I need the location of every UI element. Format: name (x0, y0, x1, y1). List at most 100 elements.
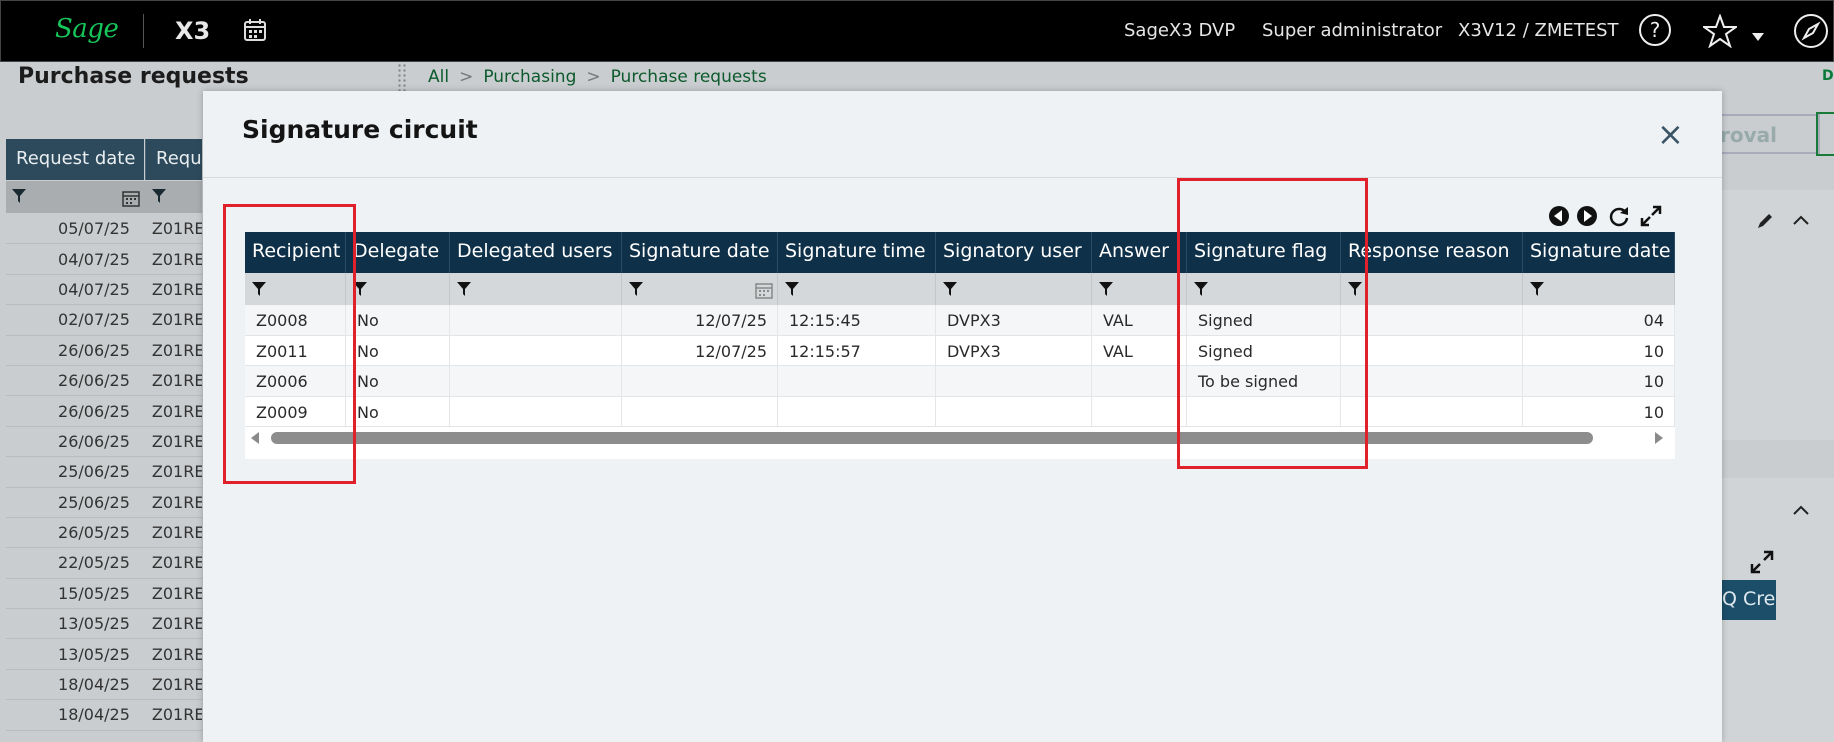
filter-icon[interactable] (629, 282, 643, 296)
filter-icon[interactable] (152, 189, 166, 203)
breadcrumb-purchase-requests[interactable]: Purchase requests (611, 67, 767, 87)
horizontal-scrollbar[interactable] (245, 427, 1675, 449)
chevron-up-icon[interactable] (1792, 504, 1810, 516)
filter-icon[interactable] (1530, 282, 1544, 296)
bg-table-row[interactable]: 22/05/25 Z01RE (6, 548, 202, 579)
filter-icon[interactable] (12, 189, 26, 203)
column-header-signatory-user[interactable]: Signatory user (936, 232, 1092, 273)
cell-signature-date: 12/07/25 (622, 305, 778, 335)
bg-column-request-date[interactable]: Request date (6, 139, 144, 180)
column-header-signature-date-2[interactable]: Signature date (1523, 232, 1675, 273)
calendar-icon[interactable] (243, 18, 267, 42)
filter-cell-signature-date[interactable] (622, 273, 778, 305)
column-header-signature-date[interactable]: Signature date (622, 232, 778, 273)
favorites-star-icon[interactable] (1703, 14, 1737, 48)
signature-circuit-dialog: Signature circuit × Recipient Delegate Del… (203, 91, 1722, 742)
green-action-button[interactable] (1816, 112, 1834, 156)
breadcrumb-all[interactable]: All (428, 67, 449, 87)
column-header-signature-time[interactable]: Signature time (778, 232, 936, 273)
filter-icon[interactable] (943, 282, 957, 296)
user-menu[interactable]: Super administrator (1262, 20, 1442, 41)
column-header-delegate[interactable]: Delegate (346, 232, 450, 273)
column-header-answer[interactable]: Answer (1092, 232, 1187, 273)
bg-table-row[interactable]: 18/04/25 Z01RE (6, 700, 202, 731)
bg-table-row[interactable]: 25/06/25 Z01RE (6, 488, 202, 518)
cell-response-reason (1341, 305, 1523, 335)
dialog-divider (203, 177, 1722, 178)
grid-row[interactable]: Z0008 No 12/07/25 12:15:45 DVPX3 VAL Signed 04 (245, 305, 1675, 336)
filter-icon[interactable] (457, 282, 471, 296)
bg-cell-request-date: 02/07/25 (58, 310, 130, 330)
cell-response-reason (1341, 396, 1523, 427)
filter-cell-delegate[interactable] (346, 273, 450, 305)
logo-divider (143, 14, 144, 48)
scroll-right-arrow-icon[interactable] (1655, 432, 1663, 444)
next-page-icon[interactable] (1576, 205, 1598, 227)
compass-icon[interactable] (1793, 13, 1829, 49)
expand-icon[interactable] (1750, 550, 1774, 574)
endpoint-selector[interactable]: SageX3 DVP (1124, 20, 1235, 41)
filter-cell-signatory-user[interactable] (936, 273, 1092, 305)
bg-table-row[interactable]: 04/07/25 Z01RE (6, 244, 202, 275)
bg-table-row[interactable]: 26/06/25 Z01RE (6, 427, 202, 458)
filter-cell-signature-time[interactable] (778, 273, 936, 305)
bg-cell-request: Z01RE (151, 431, 202, 451)
bg-table-row[interactable]: 04/07/25 Z01RE (6, 275, 202, 306)
cell-signature-date-2: 10 (1523, 335, 1675, 366)
bg-table-row[interactable]: 26/06/25 Z01RE (6, 366, 202, 397)
panel-resize-grip[interactable] (397, 63, 407, 91)
chevron-down-icon[interactable] (1751, 32, 1765, 42)
bg-table-row[interactable]: 13/05/25 Z01RE (6, 639, 202, 670)
bg-column-request[interactable]: Reque (145, 139, 202, 180)
bg-table-row[interactable]: 26/06/25 Z01RE (6, 336, 202, 366)
grid-row[interactable]: Z0009 No 10 (245, 396, 1675, 428)
filter-icon[interactable] (1099, 282, 1113, 296)
filter-cell-response-reason[interactable] (1341, 273, 1523, 305)
bg-table-row[interactable]: 26/06/25 Z01RE (6, 396, 202, 427)
cell-signature-date-2: 10 (1523, 366, 1675, 396)
bg-cell-request: Z01RE (151, 279, 202, 299)
quick-create-button[interactable]: Q Crea (1718, 580, 1776, 620)
cell-answer: VAL (1092, 335, 1187, 366)
column-header-delegated-users[interactable]: Delegated users (450, 232, 622, 273)
bg-table-row[interactable]: 15/05/25 Z01RE (6, 579, 202, 610)
cell-signatory-user (936, 366, 1092, 396)
bg-cell-request: Z01RE (151, 371, 202, 391)
filter-icon[interactable] (785, 282, 799, 296)
grid-row[interactable]: Z0011 No 12/07/25 12:15:57 DVPX3 VAL Signed 10 (245, 335, 1675, 367)
fullscreen-icon[interactable] (1640, 205, 1662, 227)
breadcrumb-purchasing[interactable]: Purchasing (483, 67, 576, 87)
bg-cell-request: Z01RE (151, 401, 202, 421)
product-name[interactable]: X3 (175, 17, 210, 45)
filter-cell-signature-date-2[interactable] (1523, 273, 1675, 305)
bg-cell-request-date: 18/04/25 (58, 675, 130, 695)
previous-page-icon[interactable] (1548, 205, 1570, 227)
close-icon[interactable]: × (1657, 118, 1684, 150)
bg-table-row[interactable]: 26/05/25 Z01RE (6, 518, 202, 549)
bg-table-row[interactable]: 18/04/25 Z01RE (6, 670, 202, 701)
bg-table-row[interactable]: 25/06/25 Z01RE (6, 457, 202, 488)
bg-cell-request: Z01RE (151, 310, 202, 330)
calendar-icon[interactable] (755, 281, 773, 299)
bg-table-row[interactable]: 13/05/25 Z01RE (6, 609, 202, 640)
bg-table-row[interactable]: 05/07/25 Z01RE (6, 214, 202, 245)
help-icon[interactable]: ? (1638, 13, 1672, 47)
bg-cell-request-date: 18/04/25 (58, 705, 130, 725)
sage-logo[interactable]: Sage (55, 14, 119, 44)
scrollbar-thumb[interactable] (271, 432, 1593, 444)
cell-signature-date (622, 366, 778, 396)
filter-cell-delegated-users[interactable] (450, 273, 622, 305)
bg-cell-request-date: 13/05/25 (58, 644, 130, 664)
grid-row[interactable]: Z0006 No To be signed 10 (245, 366, 1675, 397)
cell-signatory-user: DVPX3 (936, 305, 1092, 335)
filter-cell-answer[interactable] (1092, 273, 1187, 305)
folder-selector[interactable]: X3V12 / ZMETEST (1458, 20, 1619, 41)
highlight-box-recipient (223, 204, 356, 484)
calendar-icon[interactable] (122, 189, 140, 207)
bg-table-row[interactable]: 02/07/25 Z01RE (6, 305, 202, 336)
column-header-response-reason[interactable]: Response reason (1341, 232, 1523, 273)
pencil-icon[interactable] (1756, 212, 1774, 230)
chevron-up-icon[interactable] (1792, 214, 1810, 226)
refresh-icon[interactable] (1608, 205, 1630, 227)
bg-cell-request: Z01RE (151, 340, 202, 360)
